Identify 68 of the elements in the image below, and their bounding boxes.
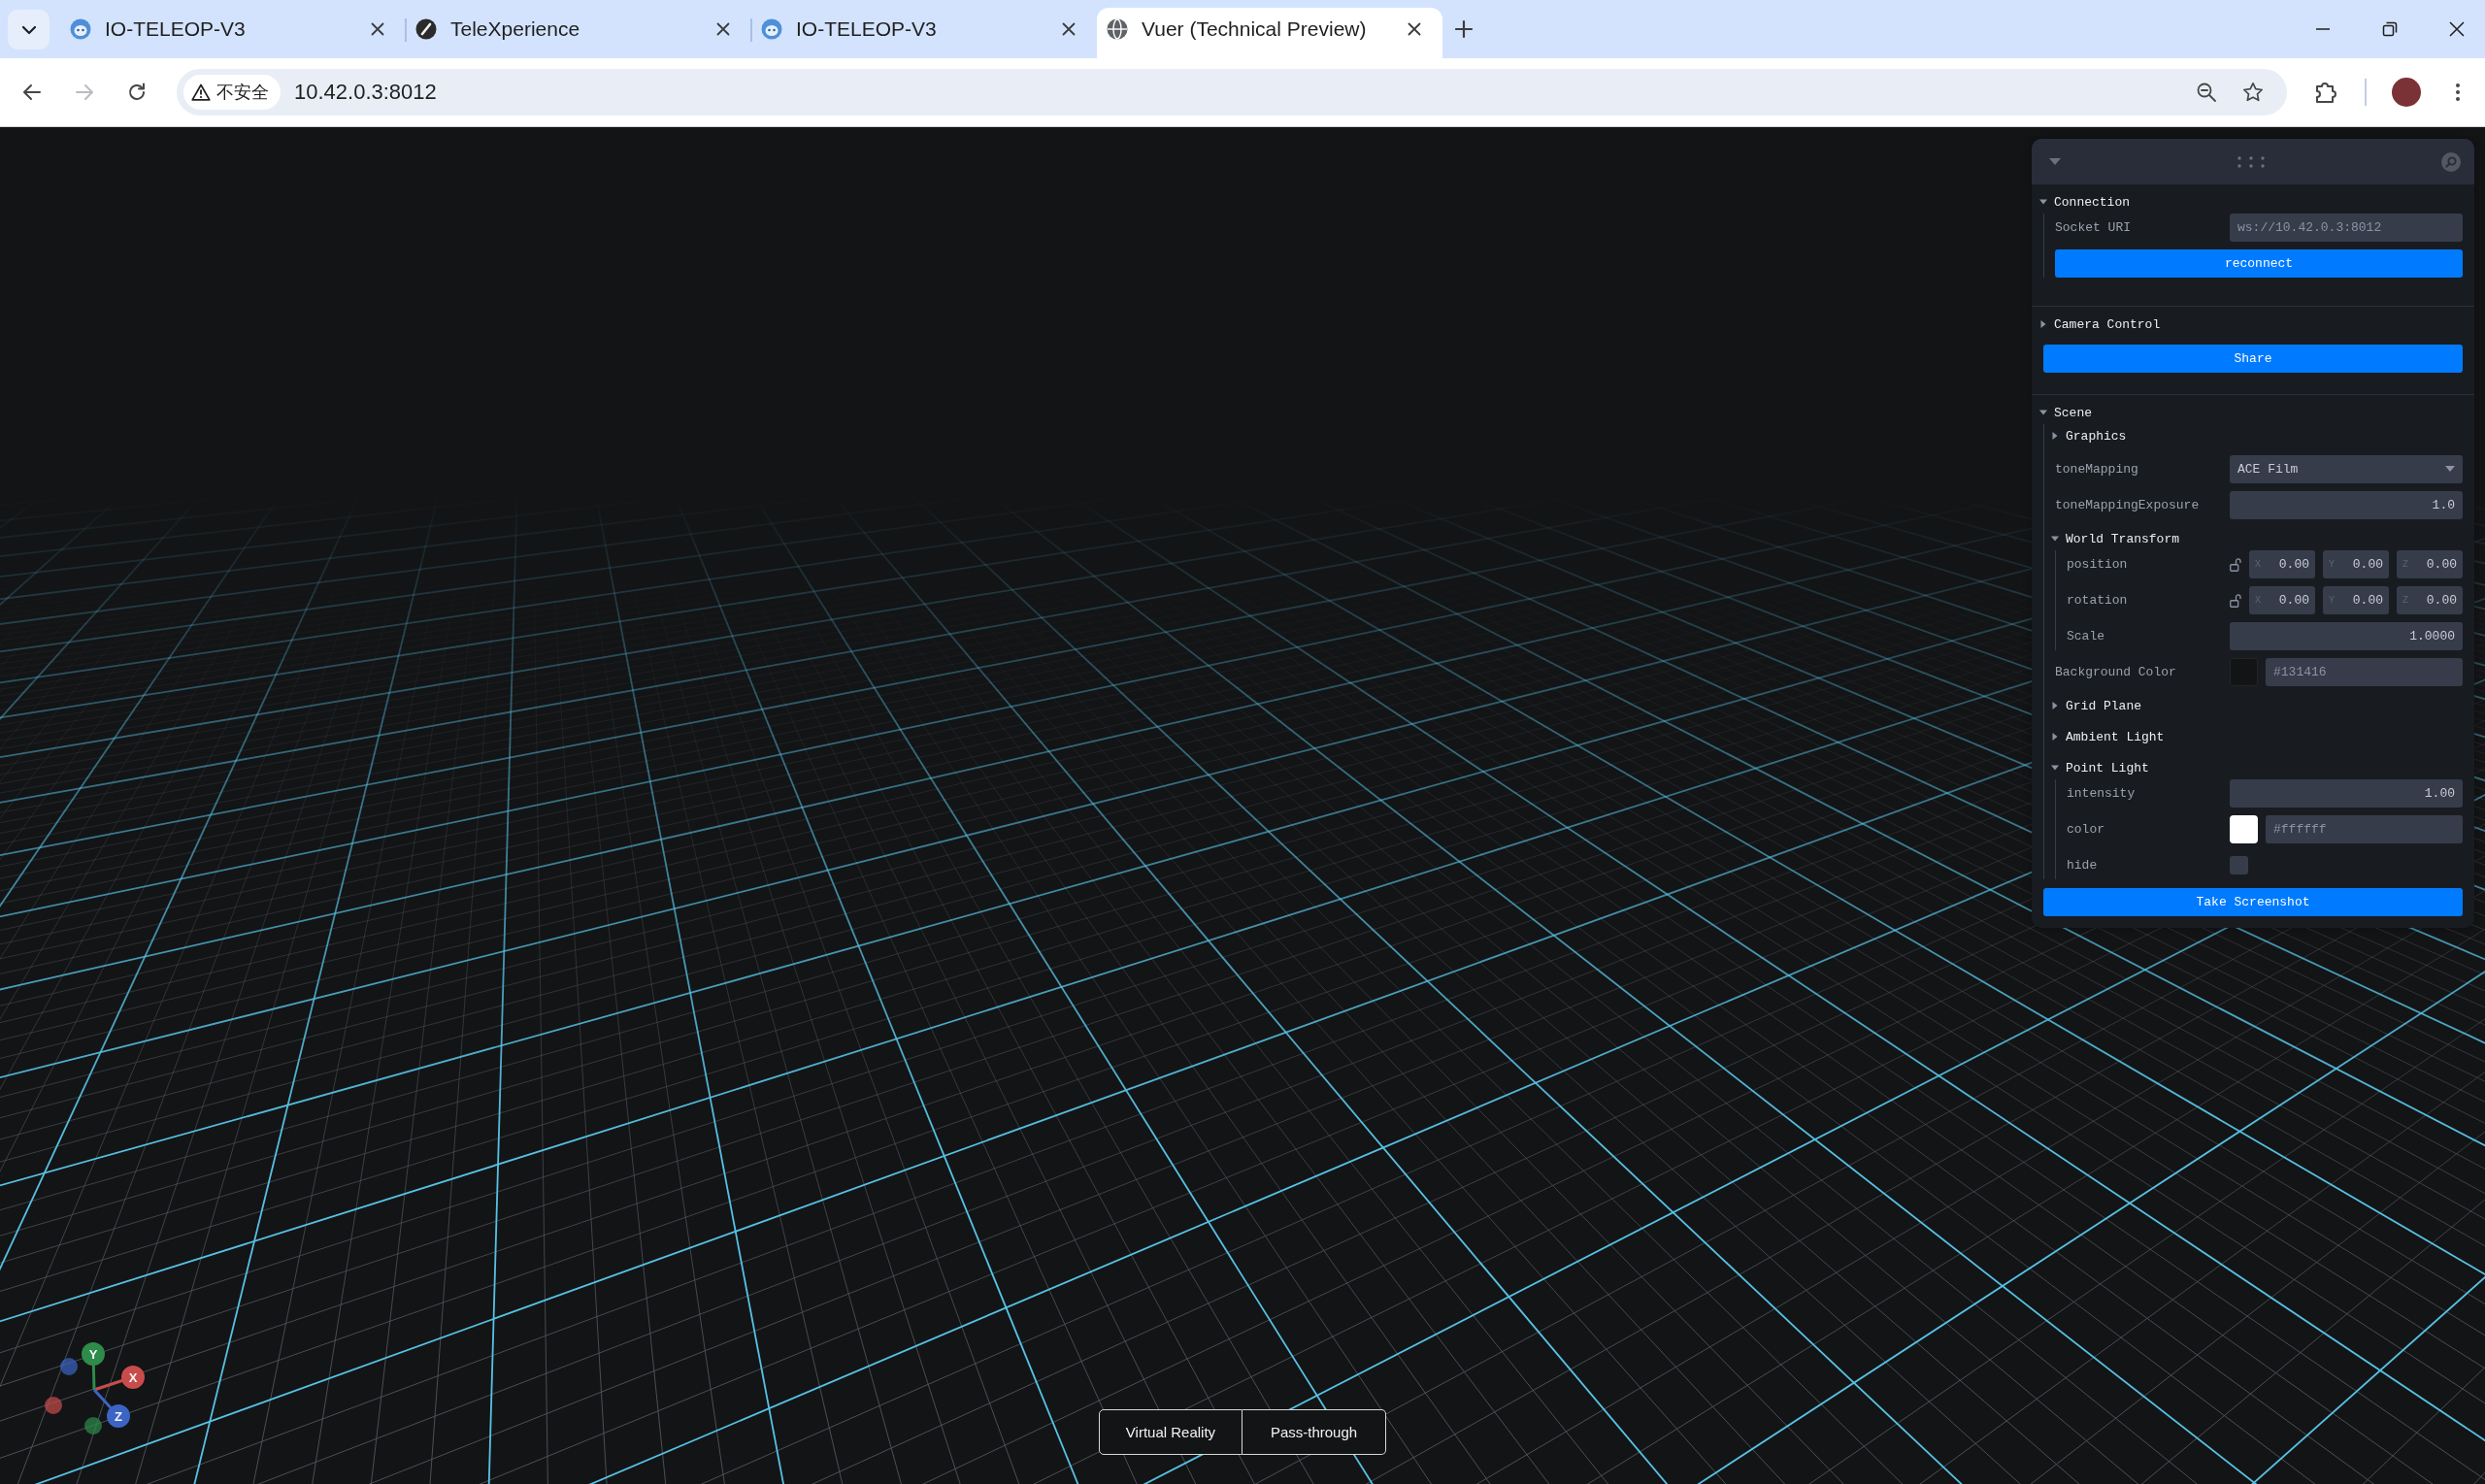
field-label: hide bbox=[2067, 858, 2099, 873]
number-field[interactable]: 1.0 bbox=[2230, 491, 2463, 519]
close-icon[interactable] bbox=[2449, 21, 2465, 37]
puzzle-icon[interactable] bbox=[2313, 80, 2338, 105]
url-text: 10.42.0.3:8012 bbox=[294, 80, 437, 105]
field-label: position bbox=[2067, 557, 2129, 572]
hex-color-field[interactable]: #ffffff bbox=[2266, 815, 2463, 843]
folder-header[interactable]: Point Light bbox=[2051, 756, 2149, 779]
mode-button[interactable]: Pass-through bbox=[1242, 1409, 1386, 1455]
checkbox[interactable] bbox=[2230, 856, 2248, 874]
star-icon[interactable] bbox=[2242, 82, 2264, 103]
close-icon[interactable] bbox=[1062, 22, 1076, 36]
color-swatch-icon[interactable] bbox=[2230, 815, 2258, 843]
axis-handle[interactable]: Z bbox=[92, 1388, 130, 1428]
security-chip[interactable]: 不安全 bbox=[183, 75, 281, 110]
plus-icon[interactable] bbox=[1454, 19, 1474, 39]
field-label: toneMapping bbox=[2055, 462, 2139, 477]
field-label: toneMappingExposure bbox=[2055, 498, 2201, 512]
drag-grip-icon[interactable] bbox=[2237, 155, 2265, 168]
number-field[interactable]: 1.0000 bbox=[2230, 622, 2463, 650]
panel-button[interactable]: Take Screenshot bbox=[2043, 888, 2463, 916]
open-padlock-icon[interactable] bbox=[2230, 557, 2241, 572]
negative-axis-handle[interactable] bbox=[84, 1417, 102, 1435]
folder-header[interactable]: Ambient Light bbox=[2051, 725, 2165, 748]
panel-button[interactable]: Share bbox=[2043, 345, 2463, 373]
hex-color-field[interactable]: #131416 bbox=[2266, 658, 2463, 686]
field-label: Scale bbox=[2067, 629, 2105, 643]
negative-axis-handle[interactable] bbox=[45, 1397, 62, 1414]
negative-axis-handle[interactable] bbox=[60, 1358, 78, 1375]
browser-tab[interactable]: IO-TELEOP-V3 bbox=[60, 8, 406, 58]
mode-button[interactable]: Virtual Reality bbox=[1099, 1409, 1242, 1455]
address-bar[interactable]: 不安全 10.42.0.3:8012 bbox=[177, 69, 2287, 115]
browser-tab[interactable]: IO-TELEOP-V3 bbox=[751, 8, 1097, 58]
folder-header[interactable]: Connection bbox=[2039, 190, 2130, 214]
browser-tab[interactable]: TeleXperience bbox=[406, 8, 751, 58]
folder-header[interactable]: World Transform bbox=[2051, 527, 2180, 550]
slashed-circle-icon bbox=[415, 18, 437, 40]
avatar-icon[interactable] bbox=[2392, 78, 2421, 107]
folder-header[interactable]: Grid Plane bbox=[2051, 694, 2141, 717]
folder-header[interactable]: Scene bbox=[2039, 401, 2092, 424]
folder-header[interactable]: Graphics bbox=[2051, 424, 2127, 447]
chevron-down-icon bbox=[20, 24, 37, 35]
field-label: color bbox=[2067, 822, 2105, 837]
zoom-out-icon[interactable] bbox=[2196, 82, 2217, 103]
field-label: Socket URI bbox=[2055, 220, 2132, 235]
restore-icon[interactable] bbox=[2382, 21, 2398, 37]
close-icon[interactable] bbox=[1408, 22, 1421, 36]
round-face-icon bbox=[761, 18, 782, 40]
field-label: Background Color bbox=[2055, 665, 2177, 679]
close-icon[interactable] bbox=[371, 22, 384, 36]
dropdown[interactable]: ACE Film bbox=[2230, 455, 2463, 483]
folder-header[interactable]: Camera Control bbox=[2039, 313, 2161, 336]
text-field[interactable]: ws://10.42.0.3:8012 bbox=[2230, 214, 2463, 242]
number-field[interactable]: 1.00 bbox=[2230, 779, 2463, 808]
field-label: intensity bbox=[2067, 786, 2137, 801]
close-icon[interactable] bbox=[716, 22, 730, 36]
panel-button[interactable]: reconnect bbox=[2055, 249, 2463, 278]
axis-handle[interactable]: X bbox=[93, 1366, 145, 1392]
tab-search-button[interactable] bbox=[8, 10, 50, 49]
caret-down-icon[interactable] bbox=[2049, 157, 2061, 166]
caret-down-icon bbox=[2445, 466, 2455, 473]
globe-icon bbox=[1107, 18, 1128, 40]
axis-handle[interactable]: Y bbox=[82, 1342, 105, 1391]
browser-tab[interactable]: Vuer (Technical Preview) bbox=[1097, 8, 1442, 58]
open-padlock-icon[interactable] bbox=[2230, 593, 2241, 608]
field-label: rotation bbox=[2067, 593, 2129, 608]
warning-icon bbox=[191, 83, 211, 101]
round-face-icon bbox=[70, 18, 91, 40]
